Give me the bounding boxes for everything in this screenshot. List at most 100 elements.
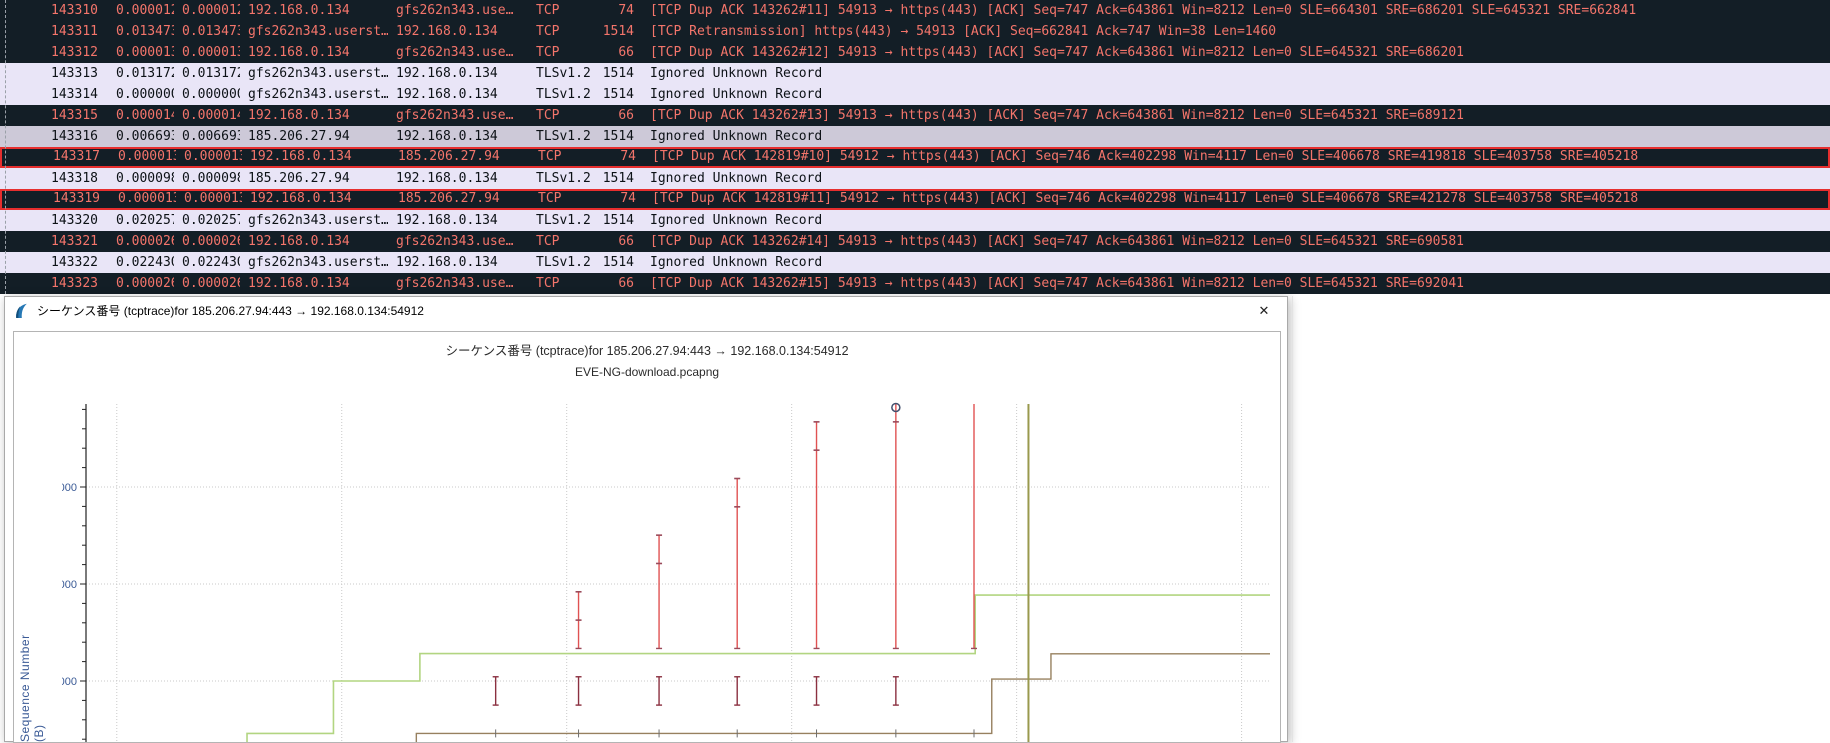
packet-time: 0.020257 — [108, 210, 174, 231]
packet-length: 1514 — [590, 252, 636, 273]
packet-info: Ignored Unknown Record — [636, 126, 1830, 147]
dialog-title: シーケンス番号 (tcptrace)for 185.206.27.94:443 … — [37, 297, 424, 325]
packet-length: 66 — [590, 105, 636, 126]
packet-time: 0.000000 — [108, 84, 174, 105]
row-gutter — [0, 210, 12, 231]
dialog-titlebar[interactable]: シーケンス番号 (tcptrace)for 185.206.27.94:443 … — [5, 297, 1287, 325]
window-edge-divider — [1292, 296, 1293, 742]
packet-row[interactable]: 143323 0.000026 0.000026 192.168.0.134 g… — [0, 273, 1830, 294]
packet-destination: gfs262n343.use… — [388, 42, 528, 63]
packet-source: gfs262n343.userst… — [240, 21, 388, 42]
packet-info: [TCP Dup ACK 142819#10] 54912 → https(44… — [638, 149, 1828, 166]
packet-time: 0.000013 — [110, 191, 176, 208]
packet-row[interactable]: 143312 0.000013 0.000013 192.168.0.134 g… — [0, 42, 1830, 63]
packet-source: 192.168.0.134 — [240, 0, 388, 21]
packet-protocol: TLSv1.2 — [528, 252, 590, 273]
packet-row[interactable]: 143313 0.013172 0.013172 gfs262n343.user… — [0, 63, 1830, 84]
row-gutter — [0, 231, 12, 252]
packet-info: [TCP Dup ACK 143262#11] 54913 → https(44… — [636, 0, 1830, 21]
packet-no: 143317 — [14, 149, 110, 166]
packet-row[interactable]: 143317 0.000013 0.000013 192.168.0.134 1… — [0, 147, 1830, 168]
packet-destination: gfs262n343.use… — [388, 105, 528, 126]
packet-time-delta: 0.000013 — [176, 191, 242, 208]
graph-canvas-area: シーケンス番号 (tcptrace)for 185.206.27.94:443 … — [13, 331, 1281, 743]
packet-row[interactable]: 143314 0.000000 0.000000 gfs262n343.user… — [0, 84, 1830, 105]
packet-time-delta: 0.000026 — [174, 231, 240, 252]
packet-row[interactable]: 143315 0.000014 0.000014 192.168.0.134 g… — [0, 105, 1830, 126]
y-axis-label: Sequence Number (B) — [18, 630, 46, 742]
packet-row[interactable]: 143310 0.000012 0.000012 192.168.0.134 g… — [0, 0, 1830, 21]
packet-time: 0.000026 — [108, 231, 174, 252]
packet-info: [TCP Dup ACK 143262#13] 54913 → https(44… — [636, 105, 1830, 126]
packet-length: 66 — [590, 231, 636, 252]
packet-protocol: TLSv1.2 — [528, 126, 590, 147]
packet-destination: gfs262n343.use… — [388, 273, 528, 294]
row-gutter — [0, 168, 12, 189]
packet-destination: 192.168.0.134 — [388, 126, 528, 147]
packet-time-delta: 0.000012 — [174, 0, 240, 21]
packet-list: 143310 0.000012 0.000012 192.168.0.134 g… — [0, 0, 1830, 294]
packet-protocol: TLSv1.2 — [528, 84, 590, 105]
packet-info: [TCP Dup ACK 142819#11] 54912 → https(44… — [638, 191, 1828, 208]
packet-protocol: TLSv1.2 — [528, 168, 590, 189]
packet-time: 0.000014 — [108, 105, 174, 126]
svg-text:415000: 415000 — [62, 482, 77, 494]
packet-protocol: TCP — [528, 231, 590, 252]
packet-time-delta: 0.000026 — [174, 273, 240, 294]
packet-no: 143316 — [12, 126, 108, 147]
packet-row[interactable]: 143322 0.022430 0.022430 gfs262n343.user… — [0, 252, 1830, 273]
packet-no: 143311 — [12, 21, 108, 42]
packet-info: [TCP Dup ACK 143262#15] 54913 → https(44… — [636, 273, 1830, 294]
packet-info: Ignored Unknown Record — [636, 84, 1830, 105]
packet-source: 185.206.27.94 — [240, 126, 388, 147]
packet-info: Ignored Unknown Record — [636, 168, 1830, 189]
packet-length: 1514 — [590, 84, 636, 105]
packet-no: 143321 — [12, 231, 108, 252]
packet-time: 0.000026 — [108, 273, 174, 294]
chart-title: シーケンス番号 (tcptrace)for 185.206.27.94:443 … — [14, 340, 1280, 359]
packet-row[interactable]: 143321 0.000026 0.000026 192.168.0.134 g… — [0, 231, 1830, 252]
row-gutter — [0, 126, 12, 147]
packet-time: 0.013473 — [108, 21, 174, 42]
packet-time-delta: 0.013172 — [174, 63, 240, 84]
packet-length: 1514 — [590, 126, 636, 147]
packet-info: Ignored Unknown Record — [636, 63, 1830, 84]
packet-no: 143322 — [12, 252, 108, 273]
packet-info: [TCP Dup ACK 143262#12] 54913 → https(44… — [636, 42, 1830, 63]
packet-protocol: TLSv1.2 — [528, 210, 590, 231]
packet-row[interactable]: 143316 0.006693 0.006693 185.206.27.94 1… — [0, 126, 1830, 147]
packet-source: gfs262n343.userst… — [240, 210, 388, 231]
packet-no: 143315 — [12, 105, 108, 126]
packet-no: 143312 — [12, 42, 108, 63]
packet-time-delta: 0.013473 — [174, 21, 240, 42]
packet-row[interactable]: 143311 0.013473 0.013473 gfs262n343.user… — [0, 21, 1830, 42]
packet-destination: 192.168.0.134 — [388, 21, 528, 42]
row-gutter — [0, 0, 12, 21]
sequence-chart[interactable]: 405000410000415000 — [62, 397, 1274, 743]
packet-row[interactable]: 143319 0.000013 0.000013 192.168.0.134 1… — [0, 189, 1830, 210]
packet-no: 143320 — [12, 210, 108, 231]
packet-destination: 192.168.0.134 — [388, 168, 528, 189]
packet-source: 185.206.27.94 — [240, 168, 388, 189]
packet-no: 143319 — [14, 191, 110, 208]
wireshark-icon — [14, 303, 30, 319]
packet-length: 74 — [590, 0, 636, 21]
packet-source: gfs262n343.userst… — [240, 63, 388, 84]
tcptrace-graph-window: シーケンス番号 (tcptrace)for 185.206.27.94:443 … — [4, 296, 1288, 742]
packet-time: 0.000013 — [108, 42, 174, 63]
packet-row[interactable]: 143318 0.000098 0.000098 185.206.27.94 1… — [0, 168, 1830, 189]
packet-length: 1514 — [590, 63, 636, 84]
packet-protocol: TCP — [528, 0, 590, 21]
packet-destination: 185.206.27.94 — [390, 191, 530, 208]
row-gutter — [0, 105, 12, 126]
packet-row[interactable]: 143320 0.020257 0.020257 gfs262n343.user… — [0, 210, 1830, 231]
packet-protocol: TLSv1.2 — [528, 63, 590, 84]
packet-source: gfs262n343.userst… — [240, 252, 388, 273]
packet-destination: 192.168.0.134 — [388, 210, 528, 231]
packet-source: gfs262n343.userst… — [240, 84, 388, 105]
close-icon[interactable]: ✕ — [1249, 297, 1279, 325]
packet-info: Ignored Unknown Record — [636, 252, 1830, 273]
packet-protocol: TCP — [528, 42, 590, 63]
packet-info: [TCP Dup ACK 143262#14] 54913 → https(44… — [636, 231, 1830, 252]
row-gutter — [0, 252, 12, 273]
